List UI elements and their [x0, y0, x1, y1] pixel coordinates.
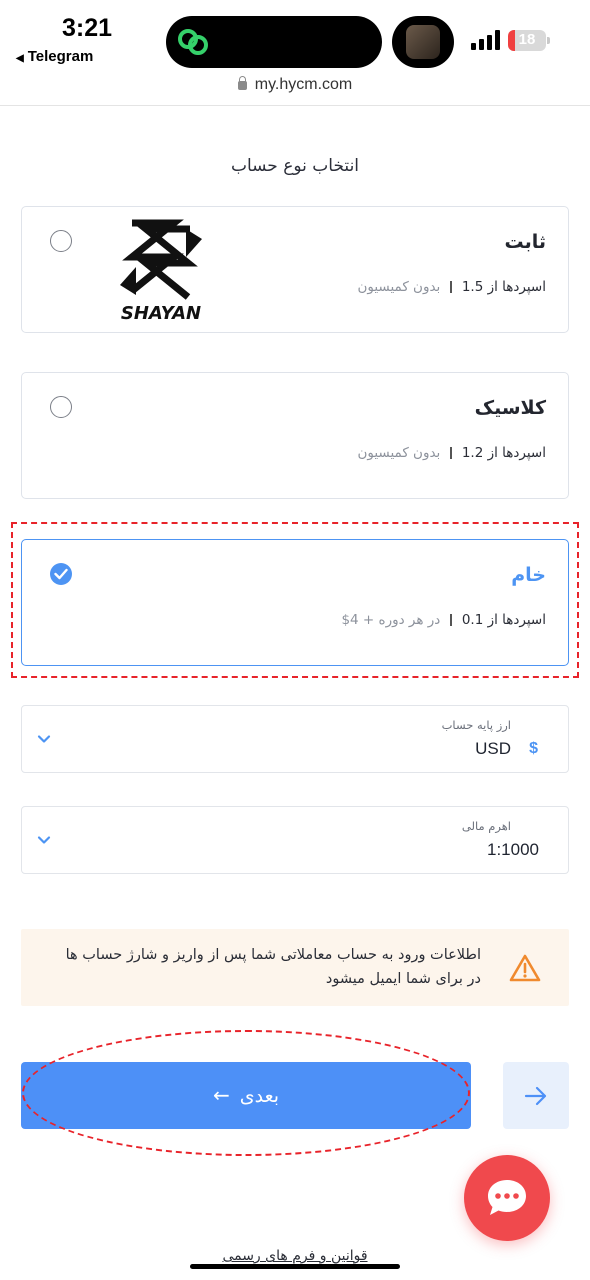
- battery-icon: 18: [508, 30, 546, 51]
- back-app-label: Telegram: [27, 48, 94, 65]
- back-triangle-icon: ◀: [16, 53, 24, 64]
- arrow-right-icon: [524, 1086, 547, 1106]
- url-text: my.hycm.com: [254, 76, 353, 93]
- page-title: انتخاب نوع حساب: [230, 156, 360, 176]
- divider: [450, 281, 452, 293]
- lock-icon: [237, 76, 247, 90]
- artwork-thumbnail: [406, 25, 440, 59]
- address-bar[interactable]: my.hycm.com: [0, 72, 590, 106]
- account-description: اسپردها از 1.2 بدون کمیسیون: [357, 445, 546, 461]
- account-card-fixed[interactable]: ثابت اسپردها از 1.5 بدون کمیسیون SHAYAN: [21, 206, 569, 333]
- annotation-dashed-rectangle: [11, 522, 579, 678]
- chat-support-button[interactable]: [464, 1155, 550, 1241]
- status-bar: 3:21 ◀ Telegram 18: [0, 0, 590, 72]
- account-description: اسپردها از 1.5 بدون کمیسیون: [357, 279, 546, 295]
- shayan-logo: SHAYAN: [120, 219, 202, 324]
- battery-level: 18: [518, 31, 536, 48]
- base-currency-label: ارز پایه حساب: [441, 718, 511, 732]
- status-time: 3:21: [62, 14, 113, 42]
- now-playing-artwork: [392, 16, 454, 68]
- account-name: ثابت: [504, 231, 546, 253]
- radio-unchecked[interactable]: [50, 230, 72, 252]
- home-indicator: [190, 1264, 400, 1269]
- spread-text: اسپردها از 1.5: [461, 279, 546, 295]
- base-currency-select[interactable]: ارز پایه حساب USD $: [21, 705, 569, 773]
- terms-link[interactable]: قوانین و فرم های رسمی: [0, 1248, 590, 1264]
- dynamic-island: [166, 16, 382, 68]
- battery-cap: [547, 37, 550, 44]
- radio-unchecked[interactable]: [50, 396, 72, 418]
- warning-icon: [509, 954, 541, 982]
- leverage-value: 1:1000: [487, 840, 539, 859]
- cellular-signal-icon: [471, 30, 500, 50]
- info-notice: اطلاعات ورود به حساب معاملاتی شما پس از …: [21, 929, 569, 1006]
- back-to-app-link[interactable]: ◀ Telegram: [16, 48, 93, 65]
- annotation-dashed-ellipse: [22, 1030, 470, 1156]
- account-name: کلاسیک: [474, 397, 546, 419]
- dollar-icon: $: [529, 740, 538, 757]
- chevron-down-icon: [37, 836, 51, 844]
- chat-bubble-icon: [488, 1180, 526, 1215]
- logo-wordmark: SHAYAN: [121, 303, 201, 324]
- spread-text: اسپردها از 1.2: [461, 445, 546, 461]
- notice-text: اطلاعات ورود به حساب معاملاتی شما پس از …: [65, 947, 481, 987]
- leverage-label: اهرم مالی: [461, 819, 511, 833]
- leverage-select[interactable]: اهرم مالی 1:1000: [21, 806, 569, 874]
- commission-text: بدون کمیسیون: [357, 445, 441, 461]
- chevron-down-icon: [37, 735, 51, 743]
- link-icon: [178, 29, 208, 55]
- account-card-classic[interactable]: کلاسیک اسپردها از 1.2 بدون کمیسیون: [21, 372, 569, 499]
- back-button[interactable]: [503, 1062, 569, 1129]
- divider: [450, 447, 452, 459]
- commission-text: بدون کمیسیون: [357, 279, 441, 295]
- base-currency-value: USD: [475, 739, 511, 758]
